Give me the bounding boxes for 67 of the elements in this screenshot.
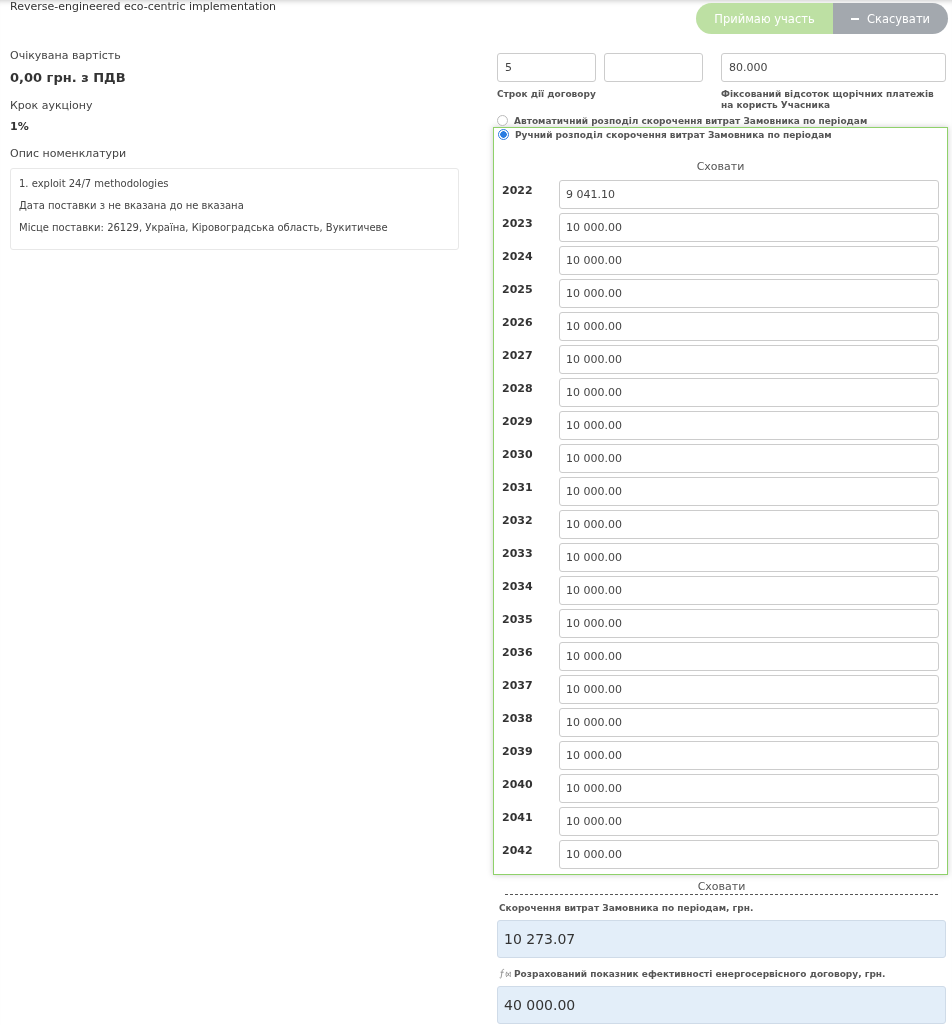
year-label: 2026 bbox=[502, 315, 534, 329]
result-field: 10 273.07 bbox=[497, 920, 946, 958]
year-label: 2024 bbox=[502, 249, 534, 263]
amount-field[interactable]: 10 000.00 bbox=[559, 477, 939, 506]
amount-field[interactable]: 10 000.00 bbox=[559, 279, 939, 308]
amount-field[interactable]: 10 000.00 bbox=[559, 444, 939, 473]
amount-field[interactable]: 10 000.00 bbox=[559, 642, 939, 671]
radio-button[interactable] bbox=[497, 115, 508, 126]
amount-field[interactable]: 10 000.00 bbox=[559, 708, 939, 737]
amount-field[interactable]: 9 041.10 bbox=[559, 180, 939, 209]
amount-field[interactable]: 10 000.00 bbox=[559, 609, 939, 638]
amount-field[interactable]: 10 000.00 bbox=[559, 345, 939, 374]
field-value: 1% bbox=[10, 120, 30, 133]
amount-field[interactable]: 10 000.00 bbox=[559, 510, 939, 539]
amount-field[interactable]: 10 000.00 bbox=[559, 312, 939, 341]
field-label: Очікувана вартість bbox=[10, 49, 122, 62]
field-label: Фіксований відсоток щорічних платежів на користь Учасника bbox=[721, 89, 935, 111]
year-label: 2041 bbox=[502, 810, 534, 824]
amount-field[interactable]: 10 000.00 bbox=[559, 213, 939, 242]
amount-field[interactable]: 10 000.00 bbox=[559, 840, 939, 869]
year-label: 2030 bbox=[502, 447, 534, 461]
amount-field[interactable]: 10 000.00 bbox=[559, 774, 939, 803]
nomenclature-text: Дата поставки з не вказана до не вказана bbox=[19, 199, 245, 212]
nomenclature-text: Місце поставки: 26129, Україна, Кіровоградська область, Вукитичеве bbox=[19, 221, 389, 234]
year-label: 2037 bbox=[502, 678, 534, 692]
field-label: Розрахований показник ефективності енергосервісного договору, грн. bbox=[514, 968, 886, 979]
year-label: 2035 bbox=[502, 612, 534, 626]
field-label: Скорочення витрат Замовника по періодам, грн. bbox=[499, 903, 754, 913]
year-label: 2042 bbox=[502, 843, 534, 857]
year-label: 2027 bbox=[502, 348, 534, 362]
amount-field[interactable]: 10 000.00 bbox=[559, 807, 939, 836]
amount-field[interactable]: 10 000.00 bbox=[559, 675, 939, 704]
year-label: 2029 bbox=[502, 414, 534, 428]
input-field[interactable]: 80.000 bbox=[721, 53, 946, 82]
amount-field[interactable]: 10 000.00 bbox=[559, 411, 939, 440]
year-label: 2028 bbox=[502, 381, 534, 395]
amount-field[interactable]: 10 000.00 bbox=[559, 246, 939, 275]
amount-field[interactable]: 10 000.00 bbox=[559, 741, 939, 770]
year-label: 2023 bbox=[502, 216, 534, 230]
year-label: 2033 bbox=[502, 546, 534, 560]
amount-field[interactable]: 10 000.00 bbox=[559, 576, 939, 605]
field-label: Строк дії договору bbox=[497, 89, 597, 101]
radio-label: Ручний розподіл скорочення витрат Замовника по періодам bbox=[515, 129, 832, 140]
field-label: Опис номенклатури bbox=[10, 147, 128, 160]
page-title: Reverse-engineered eco-centric implementation bbox=[10, 0, 277, 13]
radio-button[interactable] bbox=[498, 129, 509, 140]
input-field[interactable] bbox=[604, 53, 703, 82]
hide-link[interactable]: Сховати bbox=[696, 160, 745, 173]
year-label: 2040 bbox=[502, 777, 534, 791]
input-field[interactable]: 5 bbox=[497, 53, 596, 82]
year-label: 2034 bbox=[502, 579, 534, 593]
nomenclature-text: 1. exploit 24/7 methodologies bbox=[19, 177, 170, 190]
year-label: 2025 bbox=[502, 282, 534, 296]
radio-label: Автоматичний розподіл скорочення витрат Замовника по періодам bbox=[514, 115, 868, 126]
year-label: 2039 bbox=[502, 744, 534, 758]
year-label: 2031 bbox=[502, 480, 534, 494]
year-label: 2032 bbox=[502, 513, 534, 527]
function-icon bbox=[499, 968, 511, 979]
amount-field[interactable]: 10 000.00 bbox=[559, 378, 939, 407]
result-field: 40 000.00 bbox=[497, 986, 946, 1024]
year-label: 2038 bbox=[502, 711, 534, 725]
field-label: Крок аукціону bbox=[10, 99, 94, 112]
hide-link[interactable]: Сховати bbox=[697, 880, 746, 893]
year-label: 2022 bbox=[502, 183, 534, 197]
amount-field[interactable]: 10 000.00 bbox=[559, 543, 939, 572]
field-value: 0,00 грн. з ПДВ bbox=[10, 70, 127, 85]
year-label: 2036 bbox=[502, 645, 534, 659]
